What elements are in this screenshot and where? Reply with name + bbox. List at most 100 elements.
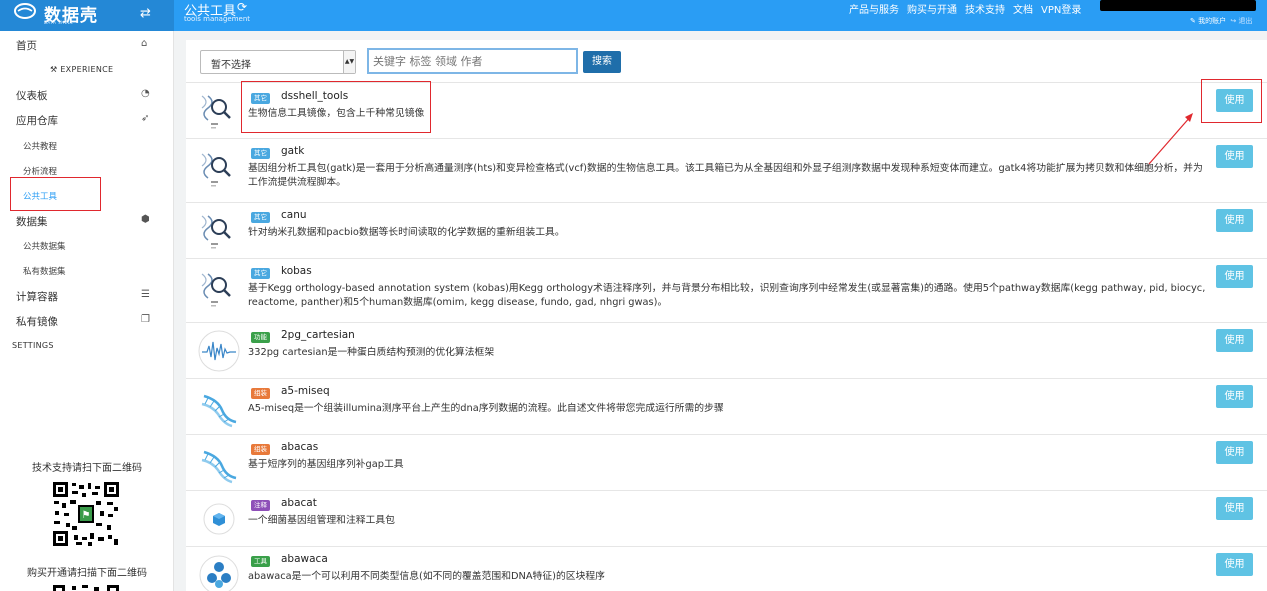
tool-row: 组装 abacas 基于短序列的基因组序列补gap工具 使用 [186,436,1267,491]
tool-description: 生物信息工具镜像，包含上千种常见镜像 [248,108,425,119]
server-icon: ☰ [141,289,150,300]
search-bar: 暂不选择 ▲▼ 搜索 [186,40,1267,83]
tool-description: 基因组分析工具包(gatk)是一套用于分析高通量测序(hts)和变异检查格式(v… [248,163,1203,188]
tool-name[interactable]: abacas [281,441,318,453]
sidebar-item-compute-container[interactable]: 计算容器 ☰ [0,289,174,303]
sidebar-item-label: 应用仓库 [16,115,58,127]
group-label: EXPERIENCE [60,65,114,74]
tool-row: 其它 kobas 基于Kegg orthology-based annotation… [186,260,1267,323]
use-button[interactable]: 使用 [1216,89,1253,112]
magnifier-dna-icon [198,210,240,252]
tool-category-badge: 组装 [251,388,270,399]
use-button[interactable]: 使用 [1216,441,1253,464]
menu-toggle-icon[interactable]: ⇄ [140,6,151,21]
logo[interactable]: 数据壳 DATA SHELL ⇄ [0,0,174,31]
logo-icon [14,3,36,19]
tool-category-badge: 其它 [251,148,270,159]
my-account-link[interactable]: 我的账户 [1198,17,1226,25]
tool-name[interactable]: gatk [281,145,304,157]
category-select-value: 暂不选择 [211,60,251,71]
tool-row: 功能 2pg_cartesian 332pg cartesian是一种蛋白质结构预测… [186,324,1267,379]
sidebar-item-public-tools[interactable]: 公共工具 [23,190,57,202]
sidebar-item-analysis-flow[interactable]: 分析流程 [23,165,57,177]
sidebar-item-label: 私有镜像 [16,316,58,328]
use-button[interactable]: 使用 [1216,385,1253,408]
sidebar-group-experience: ⚒ EXPERIENCE [50,65,113,74]
tool-description: 针对纳米孔数据和pacbio数据等长时间读取的化学数据的重新组装工具。 [248,227,565,238]
tool-name[interactable]: abacat [281,497,317,509]
redacted-user-bar [1100,0,1256,11]
main-content: 暂不选择 ▲▼ 搜索 其它 dsshell_tools 生物信息工具镜像，包含上千种… [186,40,1267,591]
sidebar-item-private-image[interactable]: 私有镜像 ❐ [0,314,174,328]
qr-support-caption: 技术支持请扫下面二维码 [32,463,142,474]
sidebar-item-label: 数据集 [16,216,48,228]
sidebar-group-settings: SETTINGS [12,341,54,350]
waveform-icon [198,330,240,372]
tool-category-badge: 组装 [251,444,270,455]
tool-description: abawaca是一个可以利用不同类型信息(如不同的覆盖范围和DNA特征)的区块程… [248,571,605,582]
category-select[interactable]: 暂不选择 ▲▼ [200,50,356,74]
sidebar-item-label: 首页 [16,40,37,52]
tool-category-badge: 功能 [251,332,270,343]
search-button[interactable]: 搜索 [583,51,621,73]
use-button[interactable]: 使用 [1216,145,1253,168]
tool-name[interactable]: abawaca [281,553,328,565]
tool-name[interactable]: dsshell_tools [281,90,348,102]
tool-name[interactable]: canu [281,209,307,221]
use-button[interactable]: 使用 [1216,209,1253,232]
account-links: ✎ 我的账户 ↪ 退出 [1190,16,1252,26]
use-button[interactable]: 使用 [1216,329,1253,352]
gauge-icon: ◔ [141,88,150,99]
use-button[interactable]: 使用 [1216,265,1253,288]
nav-products[interactable]: 产品与服务 [849,5,899,16]
tool-name[interactable]: 2pg_cartesian [281,329,355,341]
nav-vpn-login[interactable]: VPN登录 [1041,5,1081,16]
dna-helix-icon [198,442,240,484]
qr-code-support: ⚑ [52,481,120,547]
sidebar-item-public-tutorial[interactable]: 公共教程 [23,140,57,152]
sidebar-item-label: 计算容器 [16,291,58,303]
search-input[interactable] [367,48,578,74]
tool-description: 基于Kegg orthology-based annotation system… [248,283,1206,308]
sidebar-item-private-datasets[interactable]: 私有数据集 [23,265,66,277]
logout-link[interactable]: ↪ 退出 [1230,17,1252,25]
tool-category-badge: 工具 [251,556,270,567]
sidebar-item-datasets[interactable]: 数据集 ⬢ [0,214,174,228]
tool-category-badge: 其它 [251,268,270,279]
tool-row: 组装 a5-miseq A5-miseq是一个组装illumina测序平台上产生的d… [186,380,1267,435]
molecule-icon [198,554,240,591]
home-icon: ⌂ [141,38,148,49]
sidebar-item-home[interactable]: 首页 ⌂ [0,38,174,52]
magnifier-dna-icon [198,90,240,132]
svg-text:⚑: ⚑ [82,510,91,521]
tool-name[interactable]: a5-miseq [281,385,330,397]
qr-code-buy-partial [52,584,120,591]
tool-name[interactable]: kobas [281,265,312,277]
cube-icon [198,498,240,540]
sidebar-item-dashboard[interactable]: 仪表板 ◔ [0,88,174,102]
tool-row: 其它 dsshell_tools 生物信息工具镜像，包含上千种常见镜像 使用 [186,84,1267,139]
brand-sub: DATA SHELL [44,20,74,25]
use-button[interactable]: 使用 [1216,553,1253,576]
nav-docs[interactable]: 文档 [1013,5,1033,16]
arrow-annotation-icon [1148,113,1193,165]
rocket-icon: ➶ [141,113,150,124]
nav-support[interactable]: 技术支持 [965,5,1005,16]
logout-label: 退出 [1238,17,1253,25]
tool-description: 一个细菌基因组管理和注释工具包 [248,515,395,526]
tool-row: 工具 abawaca abawaca是一个可以利用不同类型信息(如不同的覆盖范围和D… [186,548,1267,591]
magnifier-dna-icon [198,268,240,310]
wrench-icon: ✎ [1190,17,1196,25]
tool-row: 注释 abacat 一个细菌基因组管理和注释工具包 使用 [186,492,1267,547]
sidebar-item-public-datasets[interactable]: 公共数据集 [23,240,66,252]
top-nav: 产品与服务 购买与开通 技术支持 文档 VPN登录 [849,1,1089,16]
chevron-down-icon: ▲▼ [343,51,355,73]
sidebar-item-app-repo[interactable]: 应用仓库 ➶ [0,113,174,127]
use-button[interactable]: 使用 [1216,497,1253,520]
tool-category-badge: 其它 [251,212,270,223]
wrench-icon: ⚒ [50,65,61,74]
sidebar: 首页 ⌂ ⚒ EXPERIENCE 仪表板 ◔ 应用仓库 ➶ 公共教程 分析流程… [0,31,174,591]
dna-helix-icon [198,386,240,428]
nav-purchase[interactable]: 购买与开通 [907,5,957,16]
refresh-icon[interactable]: ⟳ [237,0,247,14]
